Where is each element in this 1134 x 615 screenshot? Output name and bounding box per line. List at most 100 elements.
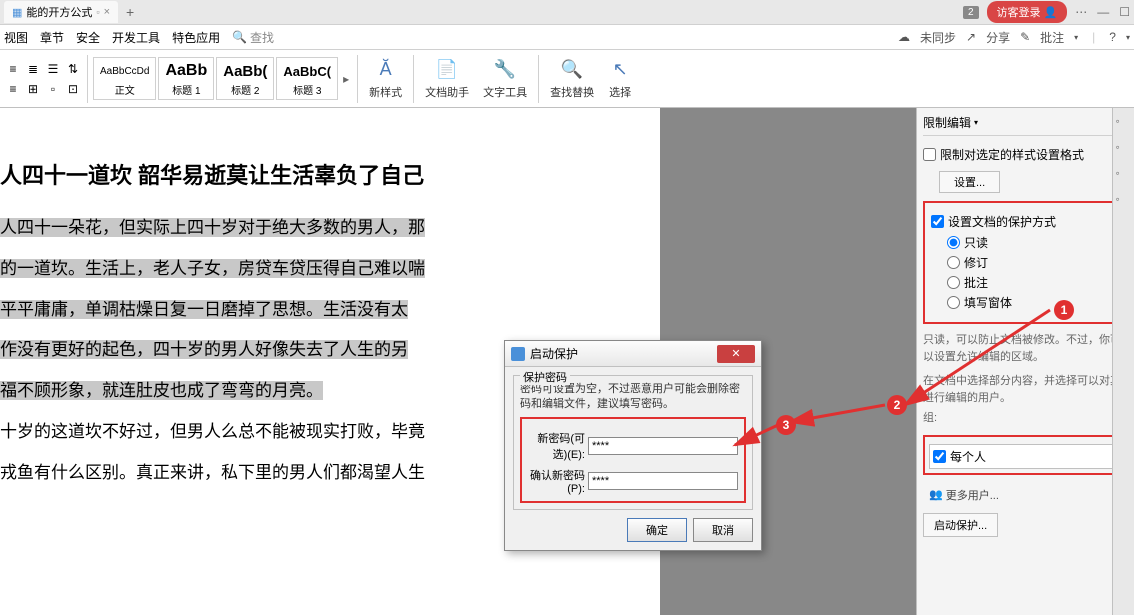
select-parts-description: 在文档中选择部分内容，并选择可以对其进行编辑的用户。	[923, 373, 1128, 406]
text-tool-button[interactable]: 🔧 文字工具	[477, 56, 533, 102]
border-icon[interactable]: ▫	[44, 80, 62, 98]
style-heading1[interactable]: AaBb 标题 1	[158, 57, 214, 100]
ribbon: ≡ ≣ ☰ ⇅ ≡ ⊞ ▫ ⊡ AaBbCcDd 正文 AaBb 标题 1 Aa…	[0, 50, 1134, 108]
new-tab-button[interactable]: +	[126, 4, 134, 20]
new-password-label: 新密码(可选)(E):	[528, 430, 585, 462]
restrict-format-checkbox[interactable]	[923, 148, 936, 161]
right-toolbar: ◦ ◦ ◦ ◦	[1112, 108, 1134, 615]
titlebar: ▦ 能的开方公式 ▫ × + 2 访客登录 👤 ⋯ — ☐	[0, 0, 1134, 25]
line-spacing-icon[interactable]: ⇅	[64, 60, 82, 78]
setup-button[interactable]: 设置...	[939, 171, 1000, 193]
cloud-icon[interactable]: ☁	[898, 30, 910, 44]
more-users-button[interactable]: 👥 更多用户...	[923, 485, 1128, 505]
new-password-input[interactable]	[588, 437, 738, 455]
everyone-box-highlight: 每个人	[923, 435, 1128, 475]
new-style-icon: Ă	[374, 58, 398, 82]
dialog-icon	[511, 347, 525, 361]
login-label: 访客登录	[997, 4, 1041, 20]
menu-security[interactable]: 安全	[76, 29, 100, 46]
comment-label[interactable]: 批注	[1040, 29, 1064, 46]
restrict-editing-panel: 限制编辑 ▾ × 限制对选定的样式设置格式 设置... 设置文档的保护方式 只读…	[916, 108, 1134, 615]
tab-title: 能的开方公式	[26, 4, 92, 20]
rightbar-icon-3[interactable]: ◦	[1116, 166, 1132, 182]
start-protection-dialog: 启动保护 ✕ 保护密码 密码可设置为空，不过恶意用户可能会删除密码和编辑文件，建…	[504, 340, 762, 551]
align-center-icon[interactable]: ≣	[24, 60, 42, 78]
menu-chapter[interactable]: 章节	[40, 29, 64, 46]
login-button[interactable]: 访客登录 👤	[987, 1, 1068, 23]
document-paragraph: 平平庸庸，单调枯燥日复一日磨掉了思想。生活没有太	[0, 300, 408, 319]
protect-mode-checkbox[interactable]	[931, 215, 944, 228]
doc-helper-icon: 📄	[435, 58, 459, 82]
ok-button[interactable]: 确定	[627, 518, 687, 542]
tab-close-icon[interactable]: ×	[104, 6, 110, 18]
select-button[interactable]: ↖ 选择	[602, 56, 638, 102]
unsync-label[interactable]: 未同步	[920, 29, 956, 46]
radio-form[interactable]	[947, 296, 960, 309]
align-right-icon[interactable]: ☰	[44, 60, 62, 78]
annotation-3: 3	[776, 415, 796, 435]
help-icon[interactable]: ?	[1109, 30, 1116, 44]
document-paragraph: 福不顾形象，就连肚皮也成了弯弯的月亮。	[0, 381, 323, 400]
justify-icon[interactable]: ≡	[4, 80, 22, 98]
everyone-label: 每个人	[950, 448, 986, 465]
search-icon: 🔍	[232, 30, 247, 44]
maximize-icon[interactable]: ☐	[1119, 5, 1130, 19]
find-replace-icon: 🔍	[560, 58, 584, 82]
search-box[interactable]: 🔍 查找	[232, 29, 274, 46]
para-icon[interactable]: ⊡	[64, 80, 82, 98]
rightbar-icon-2[interactable]: ◦	[1116, 140, 1132, 156]
comment-icon[interactable]: ✎	[1020, 30, 1030, 44]
minimize-icon[interactable]: —	[1097, 5, 1109, 19]
menu-view[interactable]: 视图	[4, 29, 28, 46]
fieldset-legend: 保护密码	[520, 369, 570, 385]
new-style-button[interactable]: Ă 新样式	[363, 56, 408, 102]
rightbar-icon-4[interactable]: ◦	[1116, 192, 1132, 208]
share-label[interactable]: 分享	[986, 29, 1010, 46]
styles-expand-icon[interactable]: ▸	[340, 72, 352, 86]
document-area[interactable]: 人四十一道坎 韶华易逝莫让生活辜负了自己 人四十一朵花，但实际上四十岁对于绝大多…	[0, 108, 916, 615]
radio-comment[interactable]	[947, 276, 960, 289]
more-icon[interactable]: ⋯	[1075, 5, 1087, 19]
document-paragraph: 人四十一朵花，但实际上四十岁对于绝大多数的男人，那	[0, 218, 425, 237]
password-inputs-highlight: 新密码(可选)(E): 确认新密码(P):	[520, 417, 746, 503]
doc-helper-button[interactable]: 📄 文档助手	[419, 56, 475, 102]
start-protect-button[interactable]: 启动保护...	[923, 513, 998, 537]
confirm-password-input[interactable]	[588, 472, 738, 490]
everyone-checkbox[interactable]	[933, 450, 946, 463]
annotation-2: 2	[887, 395, 907, 415]
tab-dropdown-icon[interactable]: ▫	[96, 7, 99, 17]
restrict-format-label: 限制对选定的样式设置格式	[940, 146, 1084, 163]
distribute-icon[interactable]: ⊞	[24, 80, 42, 98]
notification-badge[interactable]: 2	[963, 6, 979, 19]
menu-devtools[interactable]: 开发工具	[112, 29, 160, 46]
style-normal[interactable]: AaBbCcDd 正文	[93, 57, 156, 100]
cancel-button[interactable]: 取消	[693, 518, 753, 542]
users-icon: 👥	[929, 488, 943, 501]
dialog-title: 启动保护	[530, 345, 578, 362]
document-paragraph: 作没有更好的起色，四十岁的男人好像失去了人生的另	[0, 340, 408, 359]
style-heading3[interactable]: AaBbC( 标题 3	[276, 57, 338, 100]
group-label: 组:	[923, 410, 1128, 427]
radio-readonly[interactable]	[947, 236, 960, 249]
user-icon: 👤	[1044, 6, 1058, 19]
rightbar-icon-1[interactable]: ◦	[1116, 114, 1132, 130]
confirm-password-label: 确认新密码(P):	[528, 467, 585, 495]
document-tab[interactable]: ▦ 能的开方公式 ▫ ×	[4, 1, 118, 23]
document-paragraph: 的一道坎。生活上，老人子女，房贷车贷压得自己难以喘	[0, 259, 425, 278]
search-label: 查找	[250, 29, 274, 46]
radio-revision[interactable]	[947, 256, 960, 269]
annotation-1: 1	[1054, 300, 1074, 320]
panel-title: 限制编辑	[923, 114, 971, 131]
protection-mode-box: 设置文档的保护方式 只读 修订 批注 填写窗体	[923, 201, 1128, 324]
align-left-icon[interactable]: ≡	[4, 60, 22, 78]
text-tool-icon: 🔧	[493, 58, 517, 82]
style-heading2[interactable]: AaBb( 标题 2	[216, 57, 274, 100]
password-description: 密码可设置为空，不过恶意用户可能会删除密码和编辑文件，建议填写密码。	[520, 382, 746, 413]
share-icon[interactable]: ↗	[966, 30, 976, 44]
protect-mode-label: 设置文档的保护方式	[948, 213, 1056, 230]
menu-special[interactable]: 特色应用	[172, 29, 220, 46]
readonly-description: 只读，可以防止文档被修改。不过，你可以设置允许编辑的区域。	[923, 332, 1128, 365]
password-fieldset: 保护密码 密码可设置为空，不过恶意用户可能会删除密码和编辑文件，建议填写密码。 …	[513, 375, 753, 510]
dialog-close-button[interactable]: ✕	[717, 345, 755, 363]
find-replace-button[interactable]: 🔍 查找替换	[544, 56, 600, 102]
